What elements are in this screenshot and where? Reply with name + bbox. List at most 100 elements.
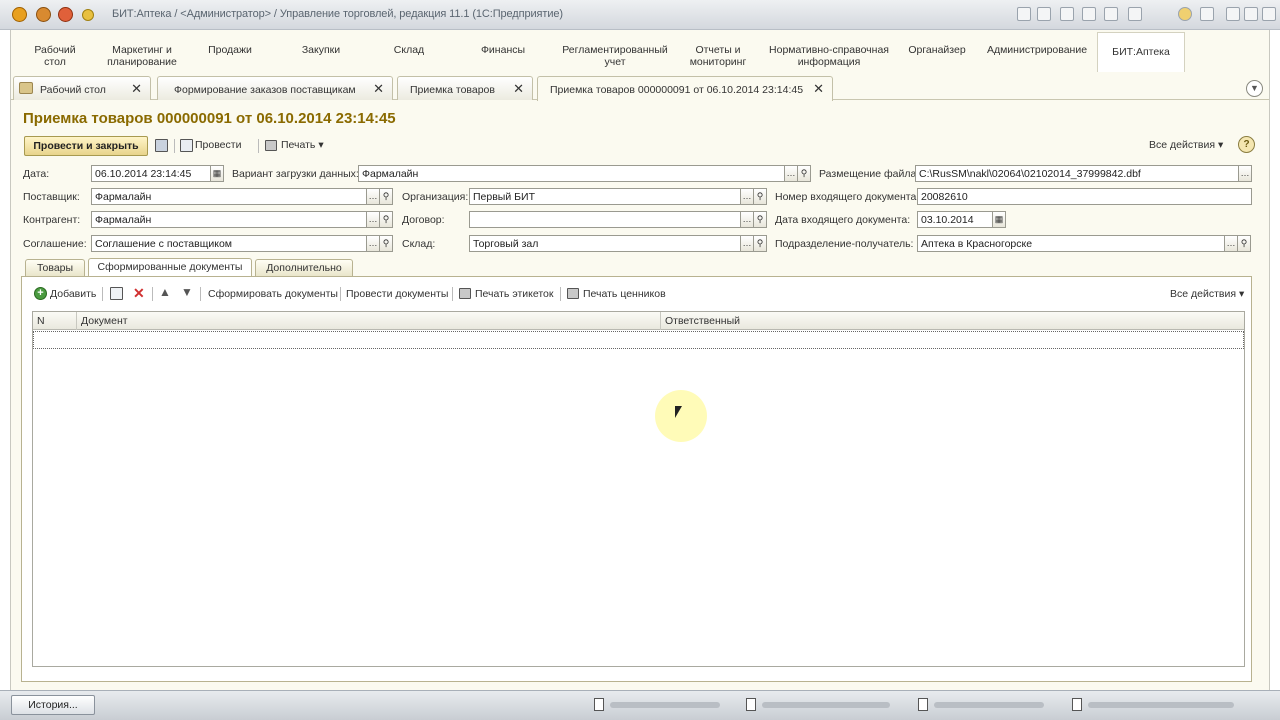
- section-organizer[interactable]: Органайзер: [897, 32, 977, 72]
- arrow-down-icon[interactable]: ▼: [181, 285, 193, 299]
- section-reference[interactable]: Нормативно-справочная информация: [761, 32, 897, 72]
- search-icon[interactable]: ⚲: [797, 165, 811, 182]
- search-icon[interactable]: ⚲: [1237, 235, 1251, 252]
- section-finance[interactable]: Финансы: [451, 32, 555, 72]
- select-button[interactable]: …: [366, 211, 380, 228]
- select-button[interactable]: …: [740, 188, 754, 205]
- table-row[interactable]: [33, 331, 1244, 349]
- arrow-up-icon[interactable]: ▲: [159, 285, 171, 299]
- main-menu-icon[interactable]: [58, 7, 73, 22]
- grid-icon[interactable]: [1104, 7, 1118, 21]
- history-button[interactable]: История...: [11, 695, 95, 715]
- section-warehouse[interactable]: Склад: [367, 32, 451, 72]
- chevron-down-icon[interactable]: ▼: [1246, 80, 1263, 97]
- close-icon[interactable]: ✕: [131, 82, 142, 95]
- search-icon[interactable]: ⚲: [753, 235, 767, 252]
- tab-orders-forming[interactable]: Формирование заказов поставщикам ✕: [157, 76, 393, 100]
- organization-label: Организация:: [402, 191, 469, 203]
- open-windows-tabs: Рабочий стол ✕ Формирование заказов пост…: [11, 74, 1269, 101]
- tab-goods-receipt-list[interactable]: Приемка товаров ✕: [397, 76, 533, 100]
- minimize-icon[interactable]: [1226, 7, 1240, 21]
- file-location-field[interactable]: C:\RusSM\nakl\02064\02102014_37999842.db…: [915, 165, 1239, 182]
- tasks-icon[interactable]: [1060, 7, 1074, 21]
- taskbar-item[interactable]: [1072, 698, 1242, 712]
- warehouse-field[interactable]: Торговый зал: [469, 235, 741, 252]
- post-button[interactable]: Провести: [195, 139, 241, 151]
- select-button[interactable]: …: [784, 165, 798, 182]
- search-icon[interactable]: ⚲: [753, 211, 767, 228]
- date-label: Дата:: [23, 168, 50, 180]
- section-desktop[interactable]: Рабочий стол: [11, 32, 99, 72]
- section-marketing[interactable]: Маркетинг и планирование: [99, 32, 185, 72]
- close-icon[interactable]: ✕: [373, 82, 384, 95]
- generate-docs-button[interactable]: Сформировать документы: [208, 288, 338, 300]
- section-accounting[interactable]: Регламентированный учет: [555, 32, 675, 72]
- maximize-icon[interactable]: [1244, 7, 1258, 21]
- contract-field[interactable]: [469, 211, 741, 228]
- taskbar-item[interactable]: [746, 698, 896, 712]
- supplier-field[interactable]: Фармалайн: [91, 188, 367, 205]
- section-reports[interactable]: Отчеты и мониторинг: [675, 32, 761, 72]
- organization-field[interactable]: Первый БИТ: [469, 188, 741, 205]
- close-icon[interactable]: ✕: [813, 82, 824, 95]
- incoming-number-field[interactable]: 20082610: [917, 188, 1252, 205]
- post-docs-button[interactable]: Провести документы: [346, 288, 448, 300]
- section-sales[interactable]: Продажи: [185, 32, 275, 72]
- dropdown-icon[interactable]: [1200, 7, 1214, 21]
- documents-table[interactable]: N Документ Ответственный: [32, 311, 1245, 667]
- incoming-date-field[interactable]: 03.10.2014: [917, 211, 993, 228]
- recipient-field[interactable]: Аптека в Красногорске: [917, 235, 1225, 252]
- close-window-icon[interactable]: [1262, 7, 1276, 21]
- section-purchases[interactable]: Закупки: [275, 32, 367, 72]
- print-button[interactable]: Печать ▾: [281, 139, 324, 151]
- counterparty-field[interactable]: Фармалайн: [91, 211, 367, 228]
- select-button[interactable]: …: [1224, 235, 1238, 252]
- quick-menu-icon[interactable]: [36, 7, 51, 22]
- calc-icon[interactable]: [1082, 7, 1096, 21]
- all-actions-button[interactable]: Все действия ▾: [1149, 139, 1223, 151]
- search-icon[interactable]: ⚲: [753, 188, 767, 205]
- search-icon[interactable]: ⚲: [379, 211, 393, 228]
- section-bit-apteka[interactable]: БИТ:Аптека: [1097, 32, 1185, 72]
- close-icon[interactable]: ✕: [513, 82, 524, 95]
- column-header-document[interactable]: Документ: [77, 312, 661, 330]
- taskbar-item[interactable]: [918, 698, 1048, 712]
- tab-goods-receipt-doc[interactable]: Приемка товаров 000000091 от 06.10.2014 …: [537, 76, 833, 101]
- calendar-icon[interactable]: ▦: [210, 165, 224, 182]
- post-and-close-button[interactable]: Провести и закрыть: [24, 136, 148, 156]
- search-icon[interactable]: ⚲: [379, 188, 393, 205]
- select-button[interactable]: …: [366, 235, 380, 252]
- delete-icon[interactable]: ✕: [133, 285, 145, 302]
- star-icon[interactable]: [82, 9, 94, 21]
- calendar-icon[interactable]: ▦: [992, 211, 1006, 228]
- tab-goods[interactable]: Товары: [25, 259, 85, 277]
- column-header-n[interactable]: N: [33, 312, 77, 330]
- tab-additional[interactable]: Дополнительно: [255, 259, 353, 277]
- help-icon[interactable]: ?: [1238, 136, 1255, 153]
- copy-icon[interactable]: [110, 287, 123, 300]
- mouse-cursor-icon: [675, 406, 682, 418]
- save-icon[interactable]: [155, 139, 168, 152]
- select-button[interactable]: …: [366, 188, 380, 205]
- search-icon[interactable]: ⚲: [379, 235, 393, 252]
- section-administration[interactable]: Администрирование: [977, 32, 1097, 72]
- column-header-responsible[interactable]: Ответственный: [661, 312, 1244, 330]
- calendar-icon[interactable]: [1017, 7, 1031, 21]
- tab-desktop[interactable]: Рабочий стол ✕: [13, 76, 151, 100]
- select-button[interactable]: …: [1238, 165, 1252, 182]
- recipient-label: Подразделение-получатель:: [775, 238, 914, 250]
- tab-generated-docs[interactable]: Сформированные документы: [88, 258, 252, 277]
- home-icon[interactable]: [1037, 7, 1051, 21]
- panel-all-actions-button[interactable]: Все действия ▾: [1170, 288, 1244, 300]
- tool-icon[interactable]: [1128, 7, 1142, 21]
- add-button[interactable]: Добавить: [50, 288, 96, 300]
- taskbar-item[interactable]: [594, 698, 724, 712]
- select-button[interactable]: …: [740, 235, 754, 252]
- select-button[interactable]: …: [740, 211, 754, 228]
- print-price-tags-button[interactable]: Печать ценников: [583, 288, 666, 300]
- print-labels-button[interactable]: Печать этикеток: [475, 288, 553, 300]
- agreement-field[interactable]: Соглашение с поставщиком: [91, 235, 367, 252]
- info-icon[interactable]: [1178, 7, 1192, 21]
- date-field[interactable]: 06.10.2014 23:14:45: [91, 165, 211, 182]
- load-variant-field[interactable]: Фармалайн: [358, 165, 785, 182]
